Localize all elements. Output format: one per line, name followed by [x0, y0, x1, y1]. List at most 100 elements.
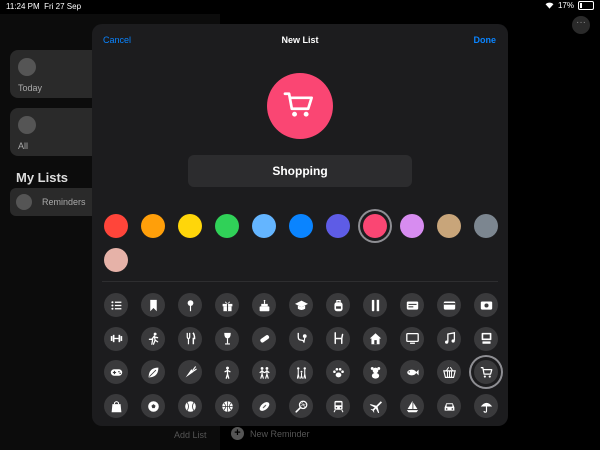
soccer-ball-icon [147, 400, 159, 412]
icon-option-pencil-ruler[interactable] [363, 293, 387, 317]
color-swatch-yellow[interactable] [178, 214, 202, 238]
icon-option-graduation-cap[interactable] [289, 293, 313, 317]
icon-option-two-people[interactable] [252, 360, 276, 385]
birthday-cake-icon [259, 299, 269, 311]
shopping-bag-icon [111, 400, 121, 412]
tray-icon [18, 116, 36, 134]
basket-icon [442, 366, 456, 378]
icon-option-gift[interactable] [215, 293, 239, 317]
pills-icon [259, 335, 269, 343]
color-swatch-gray[interactable] [474, 214, 498, 238]
icon-option-leaf[interactable] [141, 360, 165, 385]
list-icon [110, 300, 121, 310]
family-icon [296, 367, 306, 379]
status-bar: 11:24 PM Fri 27 Sep 17% [0, 0, 600, 14]
running-icon [148, 332, 158, 346]
icon-option-carrot[interactable] [178, 360, 202, 385]
color-swatch-green[interactable] [215, 214, 239, 238]
umbrella-icon [480, 402, 492, 413]
computer-icon [481, 333, 491, 344]
color-swatch-blue[interactable] [289, 214, 313, 238]
football-icon [259, 401, 269, 411]
status-time: 11:24 PM Fri 27 Sep [6, 2, 82, 11]
icon-option-pills[interactable] [252, 326, 276, 351]
icon-option-fork-knife[interactable] [178, 326, 202, 351]
pencil-ruler-icon [371, 299, 379, 311]
color-swatch-pink[interactable] [363, 214, 387, 238]
fish-icon [406, 369, 419, 376]
color-swatch-light-blue[interactable] [252, 214, 276, 238]
icon-option-sailboat[interactable] [400, 394, 424, 419]
icon-option-fish[interactable] [400, 360, 424, 385]
new-reminder: + New Reminder [231, 427, 310, 440]
graduation-cap-icon [294, 300, 308, 310]
icon-option-dumbbell[interactable] [104, 326, 128, 351]
icon-option-running[interactable] [141, 326, 165, 351]
icon-option-document[interactable] [400, 293, 424, 317]
color-swatch-rose-gold[interactable] [104, 248, 128, 272]
today-card: Today [10, 50, 105, 98]
icon-option-car[interactable] [437, 394, 461, 419]
icon-option-person[interactable] [215, 360, 239, 385]
icon-option-pin[interactable] [178, 293, 202, 317]
color-swatch-purple[interactable] [400, 214, 424, 238]
icon-option-basket[interactable] [437, 360, 461, 385]
icon-option-airplane[interactable] [363, 394, 387, 419]
cart-icon [480, 366, 492, 378]
car-icon [444, 402, 454, 411]
color-swatch-indigo[interactable] [326, 214, 350, 238]
color-swatch-red[interactable] [104, 214, 128, 238]
battery-percent: 17% [557, 1, 574, 10]
icon-option-basketball[interactable] [215, 394, 239, 419]
dialog-title: New List [281, 35, 319, 45]
backpack-icon [333, 299, 343, 311]
list-name-field[interactable] [188, 155, 412, 187]
paw-icon [332, 367, 344, 378]
icon-option-gamepad[interactable] [104, 360, 128, 385]
calendar-icon [18, 58, 36, 76]
train-icon [333, 400, 343, 413]
icon-option-shopping-bag[interactable] [104, 394, 128, 419]
icon-option-football[interactable] [252, 394, 276, 419]
icon-option-tennis-racket[interactable] [289, 394, 313, 419]
icon-option-paw[interactable] [326, 360, 350, 385]
icon-option-family[interactable] [289, 360, 313, 385]
icon-option-train[interactable] [326, 394, 350, 419]
icon-option-bookmark[interactable] [141, 293, 165, 317]
icon-option-list[interactable] [104, 293, 128, 317]
house-icon [369, 333, 381, 345]
icon-option-umbrella[interactable] [474, 394, 498, 419]
my-lists-heading: My Lists [16, 170, 69, 185]
icon-option-music-note[interactable] [437, 326, 461, 351]
color-swatch-brown[interactable] [437, 214, 461, 238]
gift-icon [222, 301, 232, 311]
cart-icon [283, 92, 313, 117]
color-swatch-orange[interactable] [141, 214, 165, 238]
wifi-icon [545, 2, 554, 9]
icon-option-house[interactable] [363, 326, 387, 351]
icon-option-birthday-cake[interactable] [252, 293, 276, 317]
icon-option-chair[interactable] [326, 326, 350, 351]
carrot-icon [185, 366, 197, 378]
done-button[interactable]: Done [474, 35, 497, 45]
teddy-bear-icon [370, 366, 380, 379]
wine-glass-icon [223, 333, 231, 345]
icon-option-wine-glass[interactable] [215, 326, 239, 351]
list-icon-preview [267, 73, 333, 139]
today-label: Today [18, 83, 43, 93]
icon-option-teddy-bear[interactable] [363, 360, 387, 385]
icon-option-computer[interactable] [474, 326, 498, 351]
music-note-icon [444, 332, 455, 344]
icon-option-backpack[interactable] [326, 293, 350, 317]
icon-option-money[interactable] [474, 293, 498, 317]
icon-option-cart[interactable] [474, 360, 498, 385]
battery-icon [578, 1, 594, 10]
icon-option-soccer-ball[interactable] [141, 394, 165, 419]
icon-option-credit-card[interactable] [437, 293, 461, 317]
fork-knife-icon [186, 332, 195, 345]
new-list-dialog: Cancel New List Done [92, 24, 508, 426]
icon-option-tv[interactable] [400, 326, 424, 351]
new-reminder-label: New Reminder [250, 428, 310, 439]
icon-option-baseball[interactable] [178, 394, 202, 419]
icon-option-stethoscope[interactable] [289, 326, 313, 351]
